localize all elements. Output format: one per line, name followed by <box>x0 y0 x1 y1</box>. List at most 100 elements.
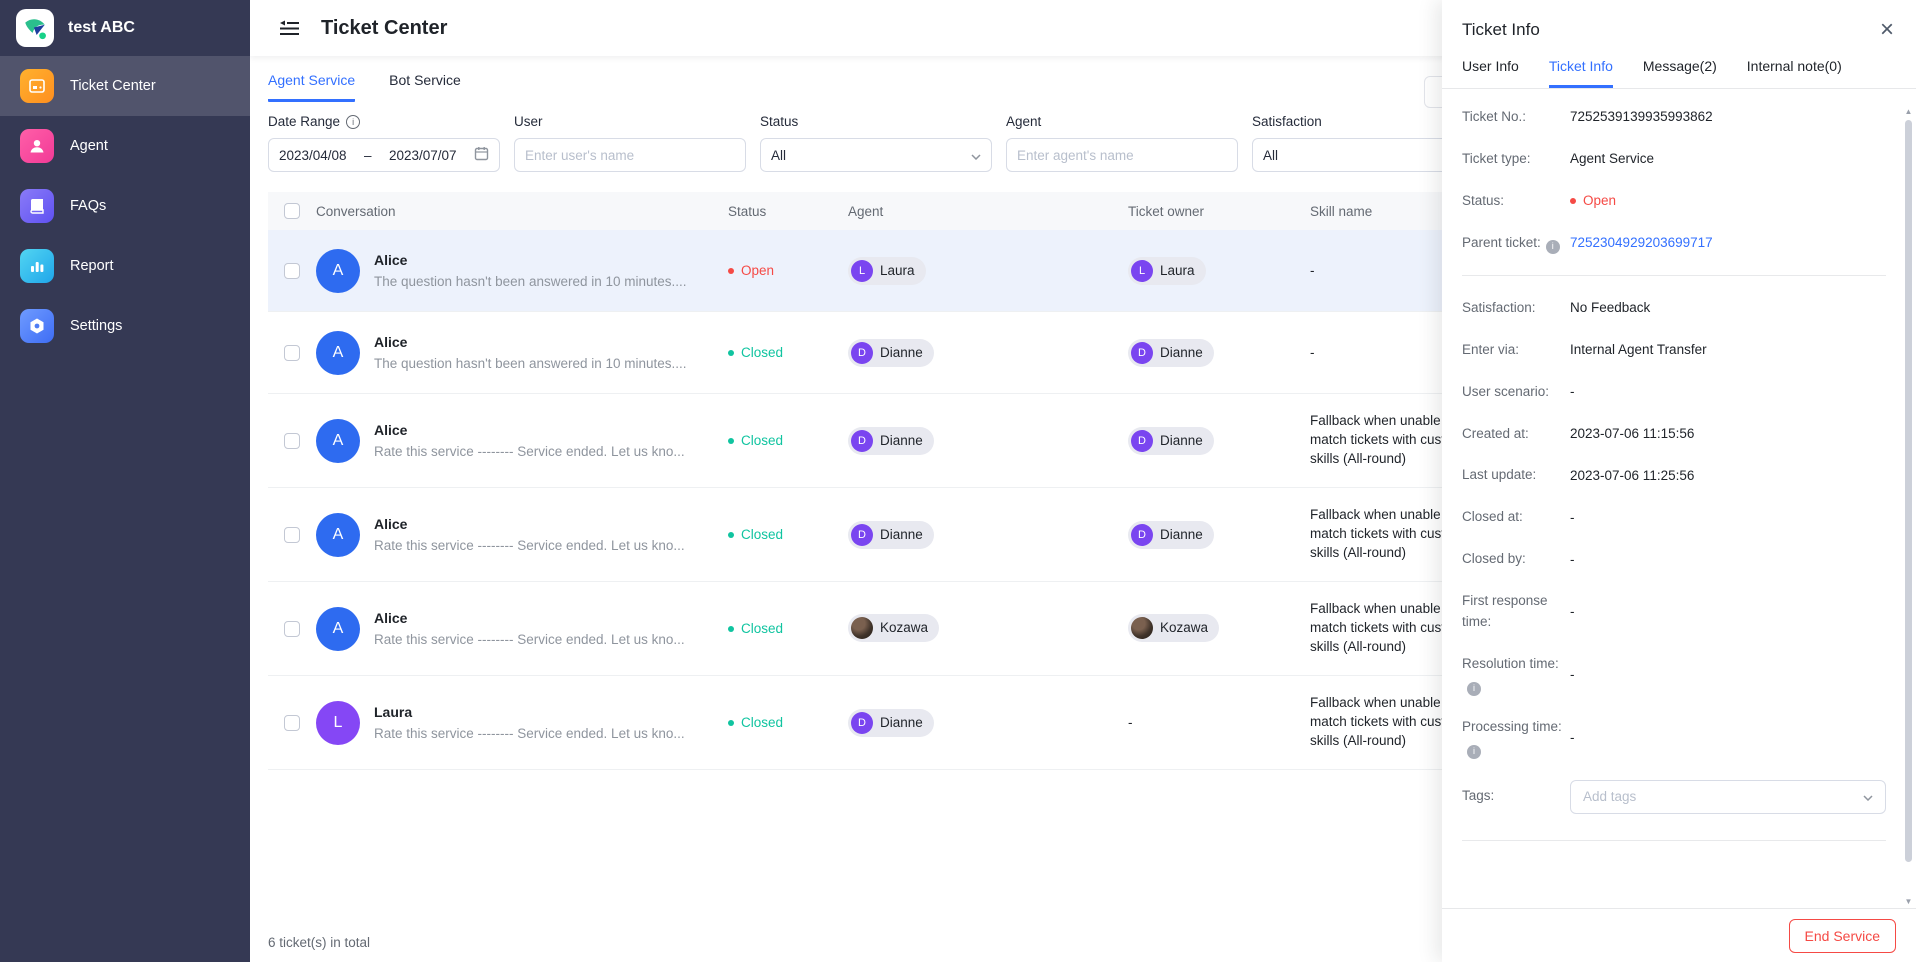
close-icon[interactable]: × <box>1880 18 1894 42</box>
sidebar-item-settings[interactable]: Settings <box>0 296 250 356</box>
user-name: Alice <box>374 610 685 626</box>
satisfaction-value: No Feedback <box>1570 298 1650 318</box>
enter-via-value: Internal Agent Transfer <box>1570 340 1707 360</box>
field-label: Closed at: <box>1462 507 1570 528</box>
tab-bot-service[interactable]: Bot Service <box>389 72 461 102</box>
scroll-down-icon[interactable]: ▼ <box>1902 897 1915 906</box>
user-label: User <box>514 114 543 129</box>
filter-date-range: Date Range i 2023/04/08 – 2023/07/07 <box>268 114 500 172</box>
info-icon[interactable]: i <box>1546 240 1560 254</box>
info-icon[interactable]: i <box>1467 745 1481 759</box>
agent-avatar: D <box>851 430 873 452</box>
row-checkbox[interactable] <box>284 621 300 637</box>
field-label: Last update: <box>1462 465 1570 486</box>
status-badge: Closed <box>728 621 848 636</box>
calendar-icon <box>474 146 489 164</box>
sidebar-item-faqs[interactable]: FAQs <box>0 176 250 236</box>
processing-time-value: - <box>1570 728 1575 748</box>
end-service-button[interactable]: End Service <box>1789 919 1896 953</box>
scrollbar-thumb[interactable] <box>1905 120 1912 862</box>
col-status: Status <box>728 204 848 219</box>
tags-select[interactable] <box>1570 780 1886 814</box>
message-preview: Rate this service -------- Service ended… <box>374 726 685 741</box>
user-name: Alice <box>374 516 685 532</box>
scroll-up-icon[interactable]: ▲ <box>1902 107 1915 116</box>
date-end-value[interactable]: 2023/07/07 <box>389 148 457 163</box>
sidebar-item-report[interactable]: Report <box>0 236 250 296</box>
report-icon <box>20 249 54 283</box>
status-badge: Closed <box>728 345 848 360</box>
row-checkbox[interactable] <box>284 345 300 361</box>
owner-chip: DDianne <box>1128 521 1214 549</box>
sidebar-item-label: FAQs <box>70 198 106 214</box>
owner-chip: LLaura <box>1128 257 1206 285</box>
row-checkbox[interactable] <box>284 433 300 449</box>
satisfaction-label: Satisfaction <box>1252 114 1322 129</box>
brand-name: test ABC <box>68 19 135 37</box>
filter-status: Status All <box>760 114 992 172</box>
tab-agent-service[interactable]: Agent Service <box>268 72 355 102</box>
field-label: Enter via: <box>1462 340 1570 361</box>
info-icon[interactable]: i <box>346 115 360 129</box>
field-label: Resolution time:i <box>1462 654 1570 696</box>
panel-scrollbar[interactable]: ▲ ▼ <box>1902 107 1915 906</box>
collapse-sidebar-icon[interactable] <box>276 16 303 40</box>
closed-at-value: - <box>1570 508 1575 528</box>
row-checkbox[interactable] <box>284 715 300 731</box>
select-all-checkbox[interactable] <box>284 203 300 219</box>
avatar: A <box>316 419 360 463</box>
tab-internal-note[interactable]: Internal note(0) <box>1747 58 1842 88</box>
tags-field: Tags: <box>1462 780 1886 814</box>
status-select[interactable]: All <box>760 138 992 172</box>
divider <box>1462 840 1886 841</box>
message-preview: The question hasn't been answered in 10 … <box>374 274 687 289</box>
faqs-icon <box>20 189 54 223</box>
tab-message[interactable]: Message(2) <box>1643 58 1717 88</box>
date-start-value[interactable]: 2023/04/08 <box>279 148 347 163</box>
divider <box>1462 275 1886 276</box>
user-input[interactable] <box>525 148 735 163</box>
user-name: Alice <box>374 334 687 350</box>
tab-user-info[interactable]: User Info <box>1462 58 1519 88</box>
row-checkbox[interactable] <box>284 527 300 543</box>
status-badge: Closed <box>728 527 848 542</box>
message-preview: Rate this service -------- Service ended… <box>374 632 685 647</box>
avatar: A <box>316 249 360 293</box>
message-preview: Rate this service -------- Service ended… <box>374 444 685 459</box>
agent-input[interactable] <box>1017 148 1227 163</box>
avatar: A <box>316 331 360 375</box>
owner-avatar: D <box>1131 524 1153 546</box>
row-checkbox[interactable] <box>284 263 300 279</box>
status-label: Status <box>760 114 798 129</box>
ticket-type-value: Agent Service <box>1570 149 1654 169</box>
col-conversation: Conversation <box>316 204 728 219</box>
field-label: Satisfaction: <box>1462 298 1570 319</box>
sidebar-item-ticket-center[interactable]: Ticket Center <box>0 56 250 116</box>
date-separator: – <box>364 148 372 163</box>
sidebar-item-agent[interactable]: Agent <box>0 116 250 176</box>
panel-title: Ticket Info <box>1462 20 1540 40</box>
date-range-label: Date Range <box>268 114 340 129</box>
agent-chip: Kozawa <box>848 614 939 642</box>
owner-chip: Kozawa <box>1128 614 1219 642</box>
agent-avatar-photo <box>851 617 873 639</box>
status-badge: Closed <box>728 715 848 730</box>
field-label: Parent ticket:i <box>1462 233 1570 254</box>
agent-avatar: L <box>851 260 873 282</box>
ticket-details: Ticket No.:7252539139935993862 Ticket ty… <box>1442 89 1916 892</box>
user-name: Alice <box>374 422 685 438</box>
tags-input[interactable] <box>1583 789 1863 804</box>
ticket-center-icon <box>20 69 54 103</box>
user-name: Laura <box>374 704 685 720</box>
tab-ticket-info[interactable]: Ticket Info <box>1549 58 1613 88</box>
avatar: L <box>316 701 360 745</box>
date-range-picker[interactable]: 2023/04/08 – 2023/07/07 <box>268 138 500 172</box>
status-badge: Closed <box>728 433 848 448</box>
agent-avatar: D <box>851 524 873 546</box>
parent-ticket-link[interactable]: 7252304929203699717 <box>1570 233 1713 253</box>
info-icon[interactable]: i <box>1467 682 1481 696</box>
field-label: Created at: <box>1462 424 1570 445</box>
status-value: Open <box>1570 191 1616 211</box>
owner-avatar: D <box>1131 430 1153 452</box>
field-label: Ticket type: <box>1462 149 1570 170</box>
